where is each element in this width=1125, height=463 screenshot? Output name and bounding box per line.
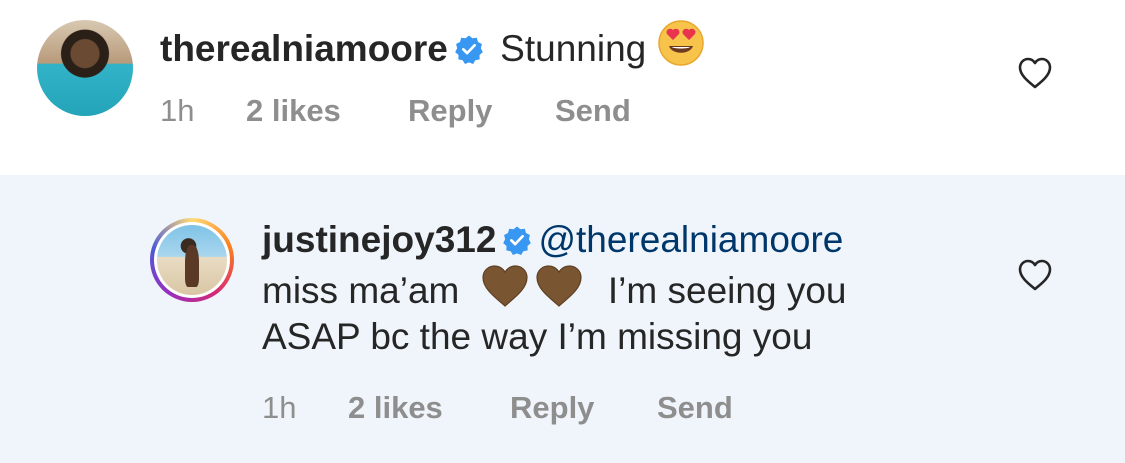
- mention-link[interactable]: @therealniamoore: [538, 219, 843, 260]
- avatar-figure: [185, 244, 199, 287]
- avatar[interactable]: [157, 225, 227, 295]
- like-heart-icon[interactable]: [1017, 56, 1053, 90]
- timestamp: 1h: [262, 390, 297, 425]
- likes-count[interactable]: 2 likes: [348, 390, 443, 426]
- likes-count[interactable]: 2 likes: [246, 93, 341, 129]
- comment-body-line1: miss ma’am: [262, 270, 460, 311]
- brown-heart-emoji-icon: [536, 265, 582, 307]
- verified-badge-icon: [503, 226, 532, 255]
- reply-comment: justinejoy312 @therealniamoore miss ma’am…: [0, 175, 1125, 463]
- brown-heart-emoji-icon: [482, 265, 528, 307]
- send-button[interactable]: Send: [657, 390, 733, 426]
- comment-text: therealniamoore Stunning: [160, 19, 980, 72]
- avatar[interactable]: [37, 20, 133, 116]
- timestamp: 1h: [160, 93, 195, 128]
- story-ring[interactable]: [150, 218, 234, 302]
- comment-body-line1-end: I’m seeing you: [607, 270, 847, 311]
- comment-body-line2: ASAP bc the way I’m missing you: [262, 316, 813, 357]
- username[interactable]: justinejoy312: [262, 219, 496, 260]
- comment-body: Stunning: [500, 28, 647, 69]
- reply-button[interactable]: Reply: [510, 390, 594, 426]
- comment: therealniamoore Stunning 1h 2 likes Repl…: [0, 0, 1125, 175]
- username[interactable]: therealniamoore: [160, 28, 448, 69]
- comment-text: justinejoy312 @therealniamoore miss ma’am…: [262, 217, 962, 360]
- verified-badge-icon: [455, 35, 483, 64]
- send-button[interactable]: Send: [555, 93, 631, 129]
- heart-eyes-emoji-icon: [657, 20, 704, 66]
- reply-button[interactable]: Reply: [408, 93, 492, 129]
- like-heart-icon[interactable]: [1017, 258, 1053, 292]
